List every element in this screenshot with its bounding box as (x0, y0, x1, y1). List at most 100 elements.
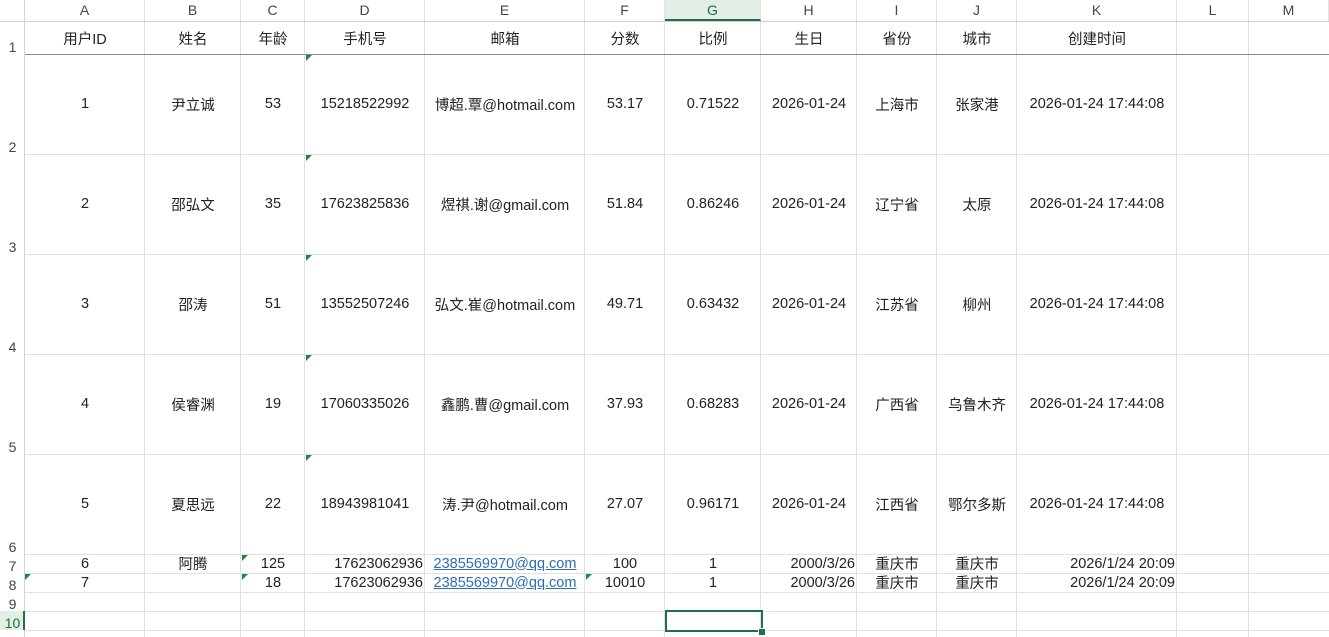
data-cell[interactable]: 2026-01-24 17:44:08 (1017, 454, 1177, 554)
row-header-11[interactable]: 11 (0, 630, 25, 637)
row-header-4[interactable]: 4 (0, 254, 25, 355)
data-cell[interactable]: 49.71 (585, 254, 665, 354)
error-indicator-icon[interactable] (306, 355, 312, 361)
header-cell[interactable]: 分数 (585, 22, 665, 54)
data-cell[interactable]: 重庆市 (937, 573, 1017, 592)
data-cell[interactable]: 广西省 (857, 354, 937, 454)
header-cell[interactable]: 年龄 (241, 22, 305, 54)
data-cell[interactable]: 阿腾 (145, 554, 241, 573)
spreadsheet-grid[interactable]: ABCDEFGHIJKLM 1234567891011 用户ID姓名年龄手机号邮… (0, 0, 1329, 637)
data-cell[interactable]: 13552507246 (305, 254, 425, 354)
email-cell[interactable]: 煜祺.谢@gmail.com (425, 154, 585, 254)
data-cell[interactable]: 江苏省 (857, 254, 937, 354)
column-header-e[interactable]: E (425, 0, 585, 21)
data-cell[interactable]: 2000/3/26 (761, 554, 857, 573)
error-indicator-icon[interactable] (586, 574, 592, 580)
data-cell[interactable]: 江西省 (857, 454, 937, 554)
header-cell[interactable]: 城市 (937, 22, 1017, 54)
email-cell[interactable]: 2385569970@qq.com (425, 573, 585, 592)
data-cell[interactable]: 37.93 (585, 354, 665, 454)
data-cell[interactable]: 7 (25, 573, 145, 592)
data-cell[interactable]: 15218522992 (305, 54, 425, 154)
data-cell[interactable]: 2026-01-24 (761, 54, 857, 154)
data-cell[interactable]: 2026/1/24 20:09 (1017, 573, 1177, 592)
data-cell[interactable]: 2026-01-24 (761, 454, 857, 554)
data-cell[interactable]: 3 (25, 254, 145, 354)
data-cell[interactable]: 19 (241, 354, 305, 454)
data-cell[interactable]: 重庆市 (857, 573, 937, 592)
data-cell[interactable]: 0.86246 (665, 154, 761, 254)
data-cell[interactable]: 0.68283 (665, 354, 761, 454)
header-cell[interactable]: 手机号 (305, 22, 425, 54)
data-cell[interactable]: 18 (241, 573, 305, 592)
data-cell[interactable] (145, 573, 241, 592)
select-all-corner[interactable] (0, 0, 25, 21)
row-header-2[interactable]: 2 (0, 54, 25, 155)
column-header-f[interactable]: F (585, 0, 665, 21)
data-cell[interactable]: 17623825836 (305, 154, 425, 254)
error-indicator-icon[interactable] (306, 55, 312, 61)
data-cell[interactable]: 27.07 (585, 454, 665, 554)
data-cell[interactable]: 17623062936 (305, 573, 425, 592)
error-indicator-icon[interactable] (25, 574, 31, 580)
row-header-3[interactable]: 3 (0, 154, 25, 255)
data-cell[interactable]: 1 (25, 54, 145, 154)
data-cell[interactable]: 柳州 (937, 254, 1017, 354)
row-header-10[interactable]: 10 (0, 611, 25, 631)
column-header-l[interactable]: L (1177, 0, 1249, 21)
email-cell[interactable]: 博超.覃@hotmail.com (425, 54, 585, 154)
column-header-a[interactable]: A (25, 0, 145, 21)
column-header-k[interactable]: K (1017, 0, 1177, 21)
data-cell[interactable]: 0.71522 (665, 54, 761, 154)
row-header-1[interactable]: 1 (0, 22, 25, 55)
data-cell[interactable]: 53 (241, 54, 305, 154)
data-cell[interactable]: 22 (241, 454, 305, 554)
header-cell[interactable]: 邮箱 (425, 22, 585, 54)
error-indicator-icon[interactable] (306, 455, 312, 461)
column-header-j[interactable]: J (937, 0, 1017, 21)
data-cell[interactable]: 侯睿渊 (145, 354, 241, 454)
row-header-5[interactable]: 5 (0, 354, 25, 455)
data-cell[interactable]: 35 (241, 154, 305, 254)
data-cell[interactable]: 上海市 (857, 54, 937, 154)
header-cell[interactable]: 姓名 (145, 22, 241, 54)
data-cell[interactable]: 51.84 (585, 154, 665, 254)
header-cell[interactable]: 比例 (665, 22, 761, 54)
data-cell[interactable]: 重庆市 (857, 554, 937, 573)
data-cell[interactable]: 邵弘文 (145, 154, 241, 254)
data-cell[interactable]: 太原 (937, 154, 1017, 254)
data-cell[interactable]: 6 (25, 554, 145, 573)
data-cell[interactable]: 夏思远 (145, 454, 241, 554)
error-indicator-icon[interactable] (242, 574, 248, 580)
row-header-8[interactable]: 8 (0, 573, 25, 593)
data-cell[interactable]: 125 (241, 554, 305, 573)
column-header-g[interactable]: G (665, 0, 761, 21)
data-cell[interactable]: 1 (665, 554, 761, 573)
column-header-c[interactable]: C (241, 0, 305, 21)
data-cell[interactable]: 2026-01-24 17:44:08 (1017, 54, 1177, 154)
data-cell[interactable]: 18943981041 (305, 454, 425, 554)
data-cell[interactable]: 乌鲁木齐 (937, 354, 1017, 454)
data-cell[interactable]: 2026/1/24 20:09 (1017, 554, 1177, 573)
data-cell[interactable]: 2026-01-24 (761, 154, 857, 254)
column-header-m[interactable]: M (1249, 0, 1329, 21)
data-cell[interactable]: 2026-01-24 17:44:08 (1017, 354, 1177, 454)
data-cell[interactable]: 张家港 (937, 54, 1017, 154)
data-cell[interactable]: 51 (241, 254, 305, 354)
data-cell[interactable]: 重庆市 (937, 554, 1017, 573)
data-cell[interactable]: 2026-01-24 17:44:08 (1017, 254, 1177, 354)
error-indicator-icon[interactable] (242, 555, 248, 561)
data-cell[interactable]: 0.96171 (665, 454, 761, 554)
data-cell[interactable]: 2026-01-24 17:44:08 (1017, 154, 1177, 254)
header-cell[interactable]: 创建时间 (1017, 22, 1177, 54)
data-cell[interactable]: 辽宁省 (857, 154, 937, 254)
error-indicator-icon[interactable] (306, 155, 312, 161)
data-cell[interactable]: 17060335026 (305, 354, 425, 454)
data-cell[interactable]: 2026-01-24 (761, 254, 857, 354)
column-header-b[interactable]: B (145, 0, 241, 21)
data-cell[interactable]: 2 (25, 154, 145, 254)
email-cell[interactable]: 弘文.崔@hotmail.com (425, 254, 585, 354)
data-cell[interactable]: 4 (25, 354, 145, 454)
header-cell[interactable]: 省份 (857, 22, 937, 54)
data-cell[interactable]: 5 (25, 454, 145, 554)
